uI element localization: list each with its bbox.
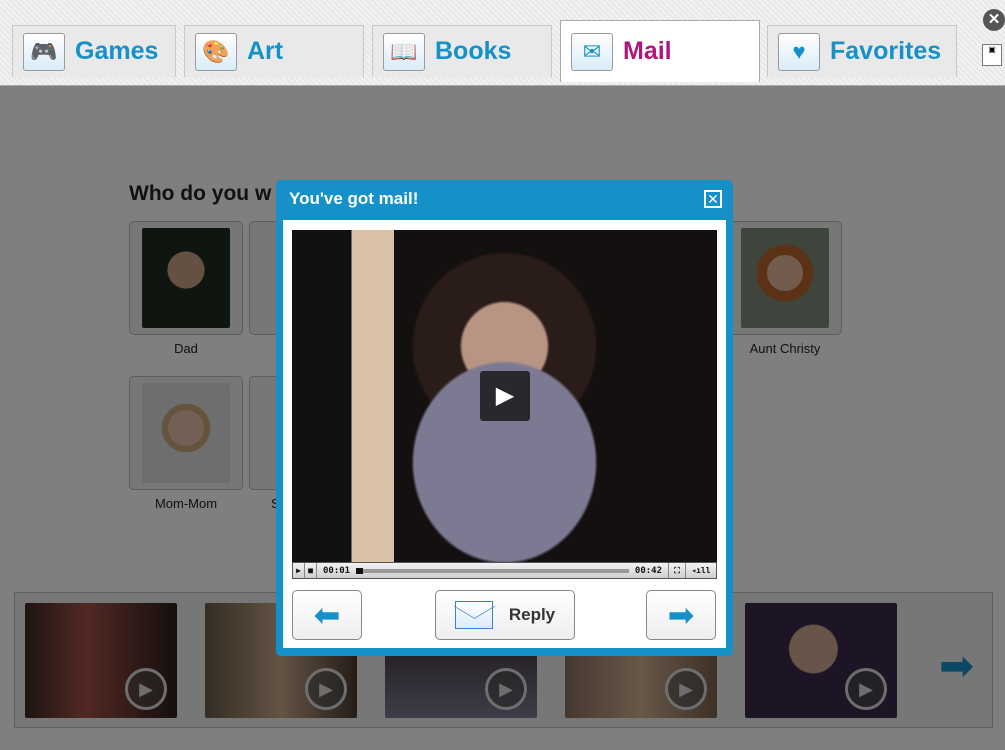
tab-label: Games: [75, 37, 159, 65]
mail-dialog: You've got mail! ✕ ▶ ▶ ■ 00:01 00:42 ⛶ ◂…: [276, 180, 733, 656]
volume-icon[interactable]: ◂ıll: [686, 563, 716, 578]
fullscreen-icon[interactable]: ⛶: [668, 563, 686, 578]
gamepad-icon: 🎮: [23, 32, 65, 71]
tab-label: Books: [435, 37, 512, 65]
tab-games[interactable]: 🎮 Games: [12, 25, 176, 77]
current-time: 00:01: [323, 565, 351, 576]
palette-icon: 🎨: [195, 32, 237, 71]
tab-label: Art: [247, 37, 284, 65]
next-button[interactable]: ➡: [646, 590, 716, 640]
book-icon: 📖: [383, 32, 425, 71]
right-arrow-icon: ➡: [667, 597, 695, 633]
tab-label: Favorites: [830, 37, 942, 65]
tab-art[interactable]: 🎨 Art: [184, 25, 364, 77]
envelope-icon: ✉: [571, 32, 613, 71]
tab-favorites[interactable]: ♥ Favorites: [767, 25, 957, 77]
duration: 00:42: [634, 565, 662, 576]
left-arrow-icon: ⬅: [313, 597, 341, 633]
previous-button[interactable]: ⬅: [292, 590, 362, 640]
play-button[interactable]: ▶: [293, 563, 305, 578]
reply-label: Reply: [508, 605, 556, 624]
dialog-title: You've got mail!: [289, 189, 419, 208]
envelope-icon: [454, 601, 493, 629]
reply-button[interactable]: Reply: [435, 590, 575, 640]
tab-mail[interactable]: ✉ Mail: [560, 20, 760, 82]
heart-icon: ♥: [778, 32, 820, 71]
video-controls: ▶ ■ 00:01 00:42 ⛶ ◂ıll: [292, 562, 717, 579]
stop-button[interactable]: ■: [305, 563, 317, 578]
seek-bar[interactable]: [356, 567, 629, 574]
seek-progress: [356, 567, 363, 574]
play-icon[interactable]: ▶: [480, 371, 530, 421]
photo-card-icon[interactable]: ▣: [982, 44, 1002, 66]
tab-books[interactable]: 📖 Books: [372, 25, 552, 77]
video-player[interactable]: ▶: [292, 230, 717, 562]
close-dialog-button[interactable]: ✕: [704, 190, 722, 208]
tab-label: Mail: [623, 37, 672, 65]
tab-bar: 🎮 Games 🎨 Art 📖 Books ✉ Mail ♥ Favorites ✕ ▣: [0, 0, 1005, 86]
close-app-button[interactable]: ✕: [983, 9, 1005, 31]
